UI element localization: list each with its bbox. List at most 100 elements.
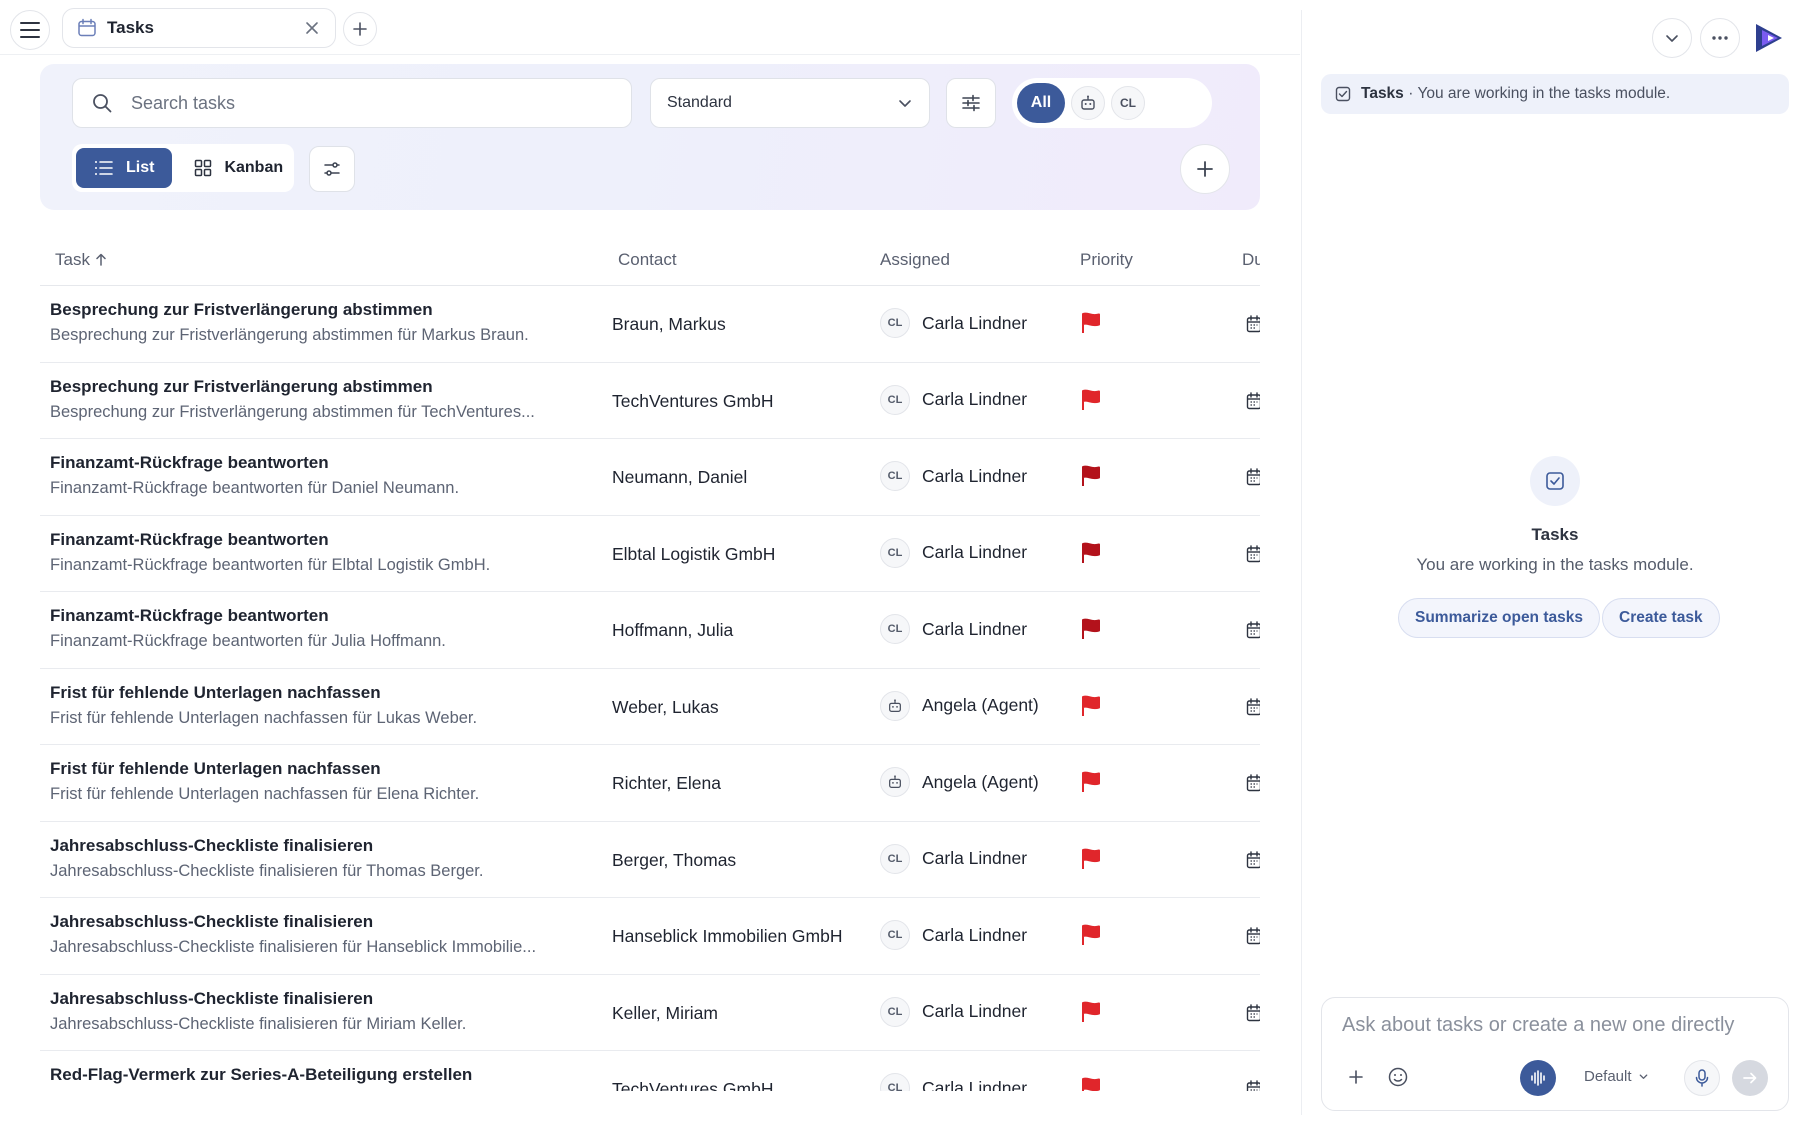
- priority-cell[interactable]: [1080, 616, 1102, 647]
- due-date-cell[interactable]: [1246, 544, 1260, 568]
- assignee-cell[interactable]: Angela (Agent): [880, 767, 1039, 797]
- contact-link[interactable]: Neumann, Daniel: [612, 467, 747, 488]
- send-button[interactable]: [1732, 1060, 1768, 1096]
- table-row[interactable]: Finanzamt-Rückfrage beantworten Finanzamt…: [40, 592, 1260, 669]
- kanban-view-button[interactable]: Kanban: [176, 148, 301, 188]
- task-title[interactable]: Jahresabschluss-Checkliste finalisieren: [50, 989, 595, 1009]
- priority-cell[interactable]: [1080, 310, 1102, 341]
- assignee-cell[interactable]: CL Carla Lindner: [880, 614, 1027, 644]
- task-title[interactable]: Finanzamt-Rückfrage beantworten: [50, 453, 595, 473]
- priority-cell[interactable]: [1080, 769, 1102, 800]
- microphone-button[interactable]: [1684, 1060, 1720, 1096]
- new-tab-button[interactable]: [343, 12, 377, 46]
- contact-link[interactable]: Hoffmann, Julia: [612, 620, 733, 641]
- assignee-cell[interactable]: CL Carla Lindner: [880, 537, 1027, 568]
- table-row[interactable]: Besprechung zur Fristverlängerung abstim…: [40, 286, 1260, 363]
- assignee-cell[interactable]: CL Carla Lindner: [880, 1073, 1027, 1091]
- priority-cell[interactable]: [1080, 463, 1102, 494]
- filter-all-button[interactable]: All: [1017, 83, 1065, 123]
- contact-link[interactable]: TechVentures GmbH: [612, 1079, 773, 1091]
- task-title[interactable]: Besprechung zur Fristverlängerung abstim…: [50, 377, 595, 397]
- due-date-cell[interactable]: [1246, 1003, 1260, 1027]
- contact-link[interactable]: Weber, Lukas: [612, 697, 719, 718]
- due-date-cell[interactable]: [1246, 774, 1260, 797]
- priority-cell[interactable]: [1080, 922, 1102, 953]
- table-row[interactable]: Finanzamt-Rückfrage beantworten Finanzamt…: [40, 516, 1260, 592]
- task-title[interactable]: Red-Flag-Vermerk zur Series-A-Beteiligun…: [50, 1065, 595, 1085]
- emoji-button[interactable]: [1384, 1063, 1412, 1091]
- contact-link[interactable]: TechVentures GmbH: [612, 391, 773, 412]
- due-date-cell[interactable]: [1246, 315, 1260, 338]
- table-row[interactable]: Jahresabschluss-Checkliste finalisieren J…: [40, 822, 1260, 898]
- chat-input[interactable]: [1342, 1014, 1772, 1037]
- assignee-cell[interactable]: CL Carla Lindner: [880, 996, 1027, 1027]
- due-date-cell[interactable]: [1246, 468, 1260, 491]
- assignee-cell[interactable]: CL Carla Lindner: [880, 920, 1027, 950]
- collapse-button[interactable]: [1652, 18, 1692, 58]
- table-row[interactable]: Jahresabschluss-Checkliste finalisieren J…: [40, 975, 1260, 1051]
- priority-cell[interactable]: [1080, 1075, 1102, 1091]
- table-row[interactable]: Besprechung zur Fristverlängerung abstim…: [40, 363, 1260, 439]
- search-box[interactable]: [72, 78, 632, 128]
- task-title[interactable]: Finanzamt-Rückfrage beantworten: [50, 530, 595, 550]
- table-row[interactable]: Red-Flag-Vermerk zur Series-A-Beteiligun…: [40, 1051, 1260, 1091]
- assignee-name: Carla Lindner: [922, 465, 1028, 486]
- close-icon[interactable]: [303, 19, 321, 37]
- column-header-due[interactable]: Du: [1242, 250, 1260, 270]
- task-title[interactable]: Finanzamt-Rückfrage beantworten: [50, 606, 595, 626]
- search-input[interactable]: [131, 92, 613, 114]
- list-view-button[interactable]: List: [76, 148, 173, 188]
- task-title[interactable]: Jahresabschluss-Checkliste finalisieren: [50, 836, 595, 856]
- column-header-assigned[interactable]: Assigned: [880, 250, 950, 270]
- priority-cell[interactable]: [1080, 693, 1102, 724]
- priority-cell[interactable]: [1080, 999, 1102, 1030]
- due-date-cell[interactable]: [1246, 850, 1260, 874]
- contact-link[interactable]: Richter, Elena: [612, 773, 721, 794]
- column-settings-button[interactable]: [309, 146, 355, 192]
- more-options-button[interactable]: [1700, 18, 1740, 58]
- plus-icon: [1197, 161, 1213, 177]
- task-title[interactable]: Jahresabschluss-Checkliste finalisieren: [50, 912, 595, 932]
- assignee-cell[interactable]: Angela (Agent): [880, 690, 1039, 721]
- suggestion-summarize-open-tasks[interactable]: Summarize open tasks: [1398, 598, 1600, 638]
- tab-tasks[interactable]: Tasks: [62, 8, 336, 48]
- priority-cell[interactable]: [1080, 387, 1102, 418]
- suggestion-create-task[interactable]: Create task: [1602, 598, 1720, 638]
- due-date-cell[interactable]: [1246, 697, 1260, 721]
- view-select[interactable]: Standard: [650, 78, 930, 128]
- filter-me-button[interactable]: CL: [1111, 86, 1145, 120]
- task-title[interactable]: Frist für fehlende Unterlagen nachfassen: [50, 683, 595, 703]
- contact-link[interactable]: Berger, Thomas: [612, 850, 736, 871]
- table-row[interactable]: Finanzamt-Rückfrage beantworten Finanzamt…: [40, 439, 1260, 516]
- menu-button[interactable]: [10, 10, 50, 50]
- column-header-contact[interactable]: Contact: [618, 250, 677, 270]
- contact-link[interactable]: Hanseblick Immobilien GmbH: [612, 926, 843, 947]
- priority-cell[interactable]: [1080, 846, 1102, 877]
- filter-agent-button[interactable]: [1071, 86, 1105, 120]
- task-title[interactable]: Besprechung zur Fristverlängerung abstim…: [50, 300, 595, 320]
- contact-link[interactable]: Braun, Markus: [612, 314, 726, 335]
- due-date-cell[interactable]: [1246, 391, 1260, 415]
- due-date-cell[interactable]: [1246, 621, 1260, 644]
- contact-link[interactable]: Keller, Miriam: [612, 1003, 718, 1024]
- model-select[interactable]: Default: [1584, 1068, 1649, 1085]
- table-row[interactable]: Frist für fehlende Unterlagen nachfassen…: [40, 669, 1260, 745]
- filter-button[interactable]: [946, 78, 996, 128]
- table-row[interactable]: Jahresabschluss-Checkliste finalisieren J…: [40, 898, 1260, 975]
- task-title[interactable]: Frist für fehlende Unterlagen nachfassen: [50, 759, 595, 779]
- due-date-cell[interactable]: [1246, 1080, 1260, 1091]
- attach-button[interactable]: [1342, 1063, 1370, 1091]
- contact-link[interactable]: Elbtal Logistik GmbH: [612, 544, 775, 565]
- assignee-cell[interactable]: CL Carla Lindner: [880, 384, 1027, 415]
- assignee-cell[interactable]: CL Carla Lindner: [880, 308, 1027, 338]
- due-date-cell[interactable]: [1246, 927, 1260, 950]
- list-view-label: List: [126, 159, 155, 176]
- column-header-task[interactable]: Task: [55, 250, 107, 270]
- assignee-cell[interactable]: CL Carla Lindner: [880, 461, 1027, 491]
- priority-cell[interactable]: [1080, 540, 1102, 571]
- assignee-cell[interactable]: CL Carla Lindner: [880, 843, 1027, 874]
- voice-mode-button[interactable]: [1520, 1060, 1556, 1096]
- column-header-priority[interactable]: Priority: [1080, 250, 1133, 270]
- add-task-button[interactable]: [1180, 144, 1230, 194]
- table-row[interactable]: Frist für fehlende Unterlagen nachfassen…: [40, 745, 1260, 822]
